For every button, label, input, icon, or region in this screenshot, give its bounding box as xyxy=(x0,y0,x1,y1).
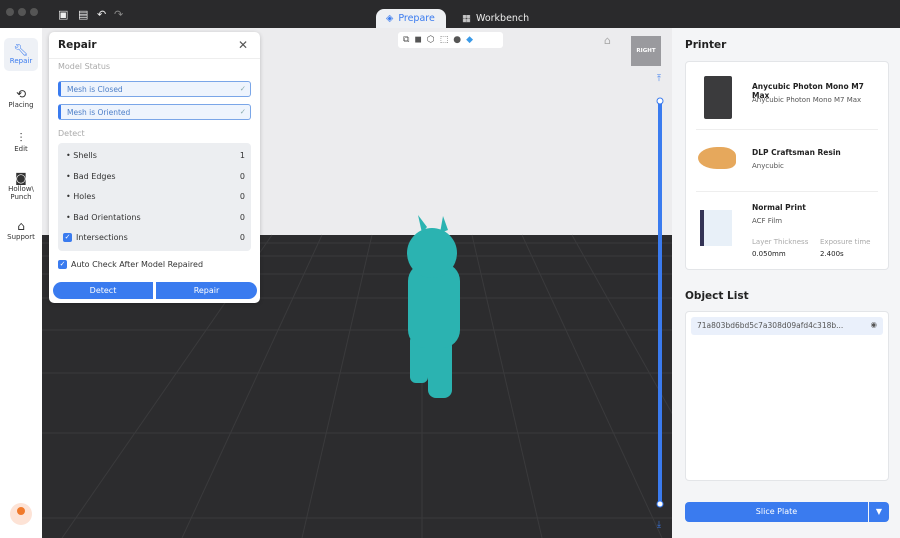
layer-slider-bottom-handle xyxy=(656,500,664,508)
select-icon[interactable]: ⬚ xyxy=(440,35,449,45)
undo-icon[interactable]: ↶ xyxy=(97,8,106,21)
window-close-button[interactable] xyxy=(6,8,14,16)
rotate-icon: ⟲ xyxy=(15,87,27,101)
import-icon[interactable]: ▣ xyxy=(58,8,68,21)
wireframe-icon[interactable]: ⬡ xyxy=(427,35,435,45)
sidebar: 🔧︎ Repair ⟲ Placing ⫶ Edit ◙ Hollow\ Punch ⌂… xyxy=(0,28,42,538)
printer-image xyxy=(704,76,732,119)
status-mesh-oriented: Mesh is Oriented ✓ xyxy=(58,104,251,120)
result-row: • Shells 1 xyxy=(66,151,245,160)
layer-slider-track xyxy=(658,100,662,505)
repair-panel: Repair ✕ Model Status Mesh is Closed ✓ Me… xyxy=(49,32,260,303)
support-icon: ⌂ xyxy=(17,219,25,233)
check-icon: ✓ xyxy=(239,107,246,116)
sidebar-item-support[interactable]: ⌂ Support xyxy=(4,214,38,241)
result-row: • Holes 0 xyxy=(66,192,245,201)
hollow-icon: ◙ xyxy=(15,171,27,185)
resin-image xyxy=(698,147,736,169)
check-icon: ✓ xyxy=(239,84,246,93)
sliders-icon: ⫶ xyxy=(19,131,23,145)
detect-button[interactable]: Detect xyxy=(53,282,153,299)
auto-check-checkbox[interactable]: ✓ xyxy=(58,260,67,269)
sidebar-item-edit[interactable]: ⫶ Edit xyxy=(4,126,38,153)
save-icon[interactable]: ▤ xyxy=(78,8,88,21)
title-bar: ▣ ▤ ↶ ↷ ◈ Prepare ▦ Workbench xyxy=(0,0,900,28)
auto-check-option[interactable]: ✓ Auto Check After Model Repaired xyxy=(58,260,254,274)
slice-plate-button[interactable]: Slice Plate xyxy=(685,502,868,522)
result-row: • Bad Orientations 0 xyxy=(66,213,245,222)
film-image xyxy=(700,210,732,246)
layer-slider-top-handle xyxy=(656,97,664,105)
intersections-checkbox[interactable]: ✓ xyxy=(63,233,72,242)
detect-label: Detect xyxy=(58,129,85,138)
layers-icon: ◈ xyxy=(386,13,394,24)
home-view-icon[interactable]: ⌂ xyxy=(604,34,611,47)
view-cube[interactable]: RIGHT xyxy=(631,36,661,66)
wrench-icon: 🔧︎ xyxy=(13,43,29,57)
eye-icon[interactable]: ◉ xyxy=(870,320,877,329)
window-minimize-button[interactable] xyxy=(18,8,26,16)
layer-bottom-icon[interactable]: ⤓ xyxy=(657,520,661,530)
view-toolbar: ⧉ ◼ ⬡ ⬚ ● ◆ xyxy=(398,32,503,48)
object-item[interactable]: 71a803bd6bd5c7a308d09afd4c318b... ◉ xyxy=(691,317,883,335)
resin-item[interactable]: DLP Craftsman Resin Anycubic xyxy=(696,132,878,192)
slice-dropdown-button[interactable]: ▼ xyxy=(869,502,889,522)
sphere-icon[interactable]: ● xyxy=(453,35,461,45)
intersections-row[interactable]: ✓ Intersections 0 xyxy=(63,233,245,247)
sidebar-item-placing[interactable]: ⟲ Placing xyxy=(4,82,38,109)
close-icon[interactable]: ✕ xyxy=(238,38,248,52)
layer-top-icon[interactable]: ⤒ xyxy=(657,74,661,84)
user-avatar[interactable] xyxy=(10,503,32,525)
panel-title: Repair xyxy=(58,39,97,51)
printer-card: Anycubic Photon Mono M7 Max Anycubic Phot… xyxy=(685,61,889,270)
tab-workbench[interactable]: ▦ Workbench xyxy=(452,9,539,28)
tab-prepare[interactable]: ◈ Prepare xyxy=(376,9,446,28)
view-front-icon[interactable]: ⧉ xyxy=(403,35,409,45)
machine-item[interactable]: Anycubic Photon Mono M7 Max Anycubic Phot… xyxy=(696,70,878,130)
result-row: • Bad Edges 0 xyxy=(66,172,245,181)
profile-item[interactable]: Normal Print ACF Film Layer Thickness 0.05… xyxy=(696,200,878,268)
right-panel: Printer Anycubic Photon Mono M7 Max Anycu… xyxy=(672,28,900,538)
object-list-heading: Object List xyxy=(685,290,749,302)
sidebar-item-hollow-punch[interactable]: ◙ Hollow\ Punch xyxy=(4,166,38,201)
object-list: 71a803bd6bd5c7a308d09afd4c318b... ◉ xyxy=(685,311,889,481)
model-status-label: Model Status xyxy=(58,62,111,71)
solid-view-icon[interactable]: ◼ xyxy=(414,35,421,45)
printer-heading: Printer xyxy=(685,39,727,51)
detect-results: • Shells 1 • Bad Edges 0 • Holes 0 • Bad Or… xyxy=(58,143,251,251)
render-icon[interactable]: ◆ xyxy=(466,35,473,45)
window-maximize-button[interactable] xyxy=(30,8,38,16)
chevron-down-icon: ▼ xyxy=(875,507,883,516)
redo-icon[interactable]: ↷ xyxy=(114,8,123,21)
repair-button[interactable]: Repair xyxy=(156,282,257,299)
status-mesh-closed: Mesh is Closed ✓ xyxy=(58,81,251,97)
grid-icon: ▦ xyxy=(462,13,471,24)
sidebar-item-repair[interactable]: 🔧︎ Repair xyxy=(4,38,38,71)
